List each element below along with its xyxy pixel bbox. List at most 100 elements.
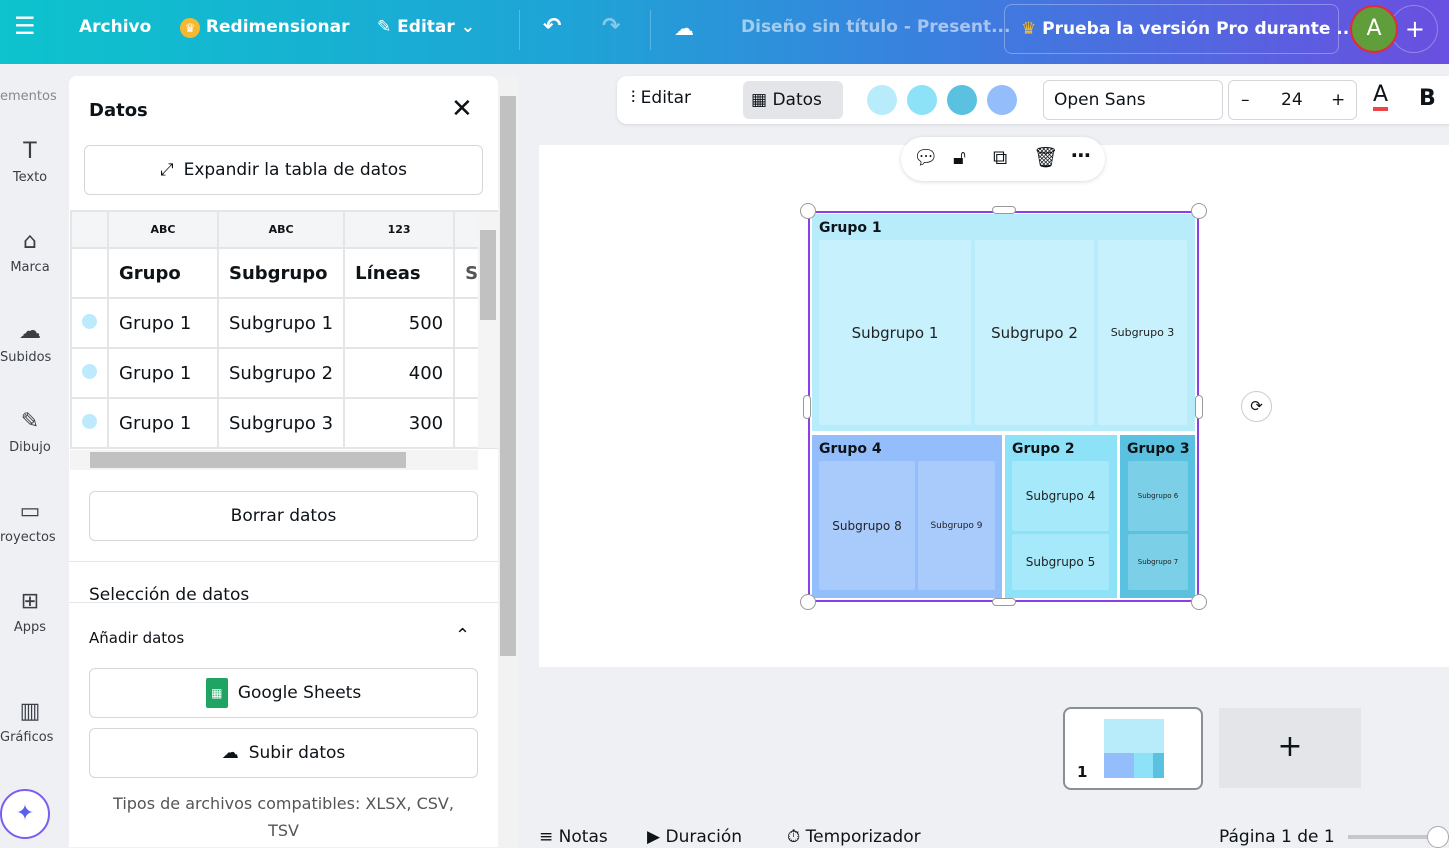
resize-handle[interactable] — [800, 203, 816, 219]
crown-icon: ♛ — [1021, 19, 1037, 39]
color-swatch[interactable] — [947, 85, 977, 115]
cell[interactable]: 400 — [343, 347, 456, 399]
decrease-size-button[interactable]: – — [1241, 90, 1250, 110]
resize-handle[interactable] — [992, 206, 1016, 214]
panel-scrollbar[interactable] — [498, 76, 518, 847]
design-title[interactable]: Diseño sin título - Present... — [741, 17, 1010, 37]
cell[interactable]: Grupo 1 — [107, 297, 219, 349]
avatar[interactable]: A — [1350, 5, 1398, 53]
header-cell[interactable]: Grupo — [107, 247, 219, 299]
timer-label: Temporizador — [805, 827, 921, 847]
close-icon[interactable]: ✕ — [451, 94, 473, 124]
comment-icon[interactable]: 💬︎ — [913, 145, 938, 169]
rail-item-text[interactable]: T Texto — [0, 139, 60, 185]
header-cell[interactable]: Líneas — [343, 247, 456, 299]
group-label: Grupo 2 — [1012, 441, 1075, 457]
rail-item-projects[interactable]: ▭ royectos — [0, 499, 60, 545]
cell[interactable]: Subgrupo 2 — [216, 347, 346, 399]
treemap-cell[interactable]: Subgrupo 7 — [1128, 534, 1188, 590]
resize-handle[interactable] — [803, 395, 811, 419]
cell[interactable]: 300 — [343, 397, 456, 449]
clear-data-button[interactable]: Borrar datos — [89, 491, 478, 541]
color-dot — [70, 347, 109, 399]
timer-button[interactable]: ⏱ Temporizador — [787, 827, 921, 847]
data-table: ABC ABC 123 A Grupo Subgrupo Líneas Seri… — [70, 210, 518, 449]
cell[interactable]: 500 — [343, 297, 456, 349]
treemap-cell[interactable]: Subgrupo 4 — [1012, 461, 1109, 531]
cell[interactable]: Subgrupo 1 — [216, 297, 346, 349]
magic-icon[interactable]: ✦ — [0, 789, 50, 839]
pro-trial-button[interactable]: ♛ Prueba la versión Pro durante ... — [1004, 4, 1356, 54]
rail-item-draw[interactable]: ✎ Dibujo — [0, 409, 60, 455]
treemap-group[interactable]: Grupo 4 Subgrupo 8 Subgrupo 9 — [812, 435, 1002, 598]
color-swatch[interactable] — [867, 85, 897, 115]
table-hscrollbar[interactable] — [70, 450, 478, 470]
divider — [69, 561, 498, 562]
divider — [650, 10, 651, 50]
undo-icon[interactable]: ↶ — [543, 14, 561, 39]
resize-handle[interactable] — [1191, 594, 1207, 610]
google-sheets-button[interactable]: ▦ Google Sheets — [89, 668, 478, 718]
upload-icon: ☁ — [19, 319, 41, 344]
bold-button[interactable]: B — [1419, 86, 1436, 111]
duration-button[interactable]: ▶ Duración — [647, 827, 742, 847]
duplicate-icon[interactable]: ⧉ — [993, 145, 1007, 169]
upload-data-button[interactable]: ☁ Subir datos — [89, 728, 478, 778]
table-vscrollbar[interactable] — [478, 212, 498, 448]
zoom-slider-thumb[interactable] — [1427, 826, 1449, 848]
edit-chart-button[interactable]: ⫶ Editar — [631, 88, 691, 108]
header-cell[interactable]: Subgrupo — [216, 247, 346, 299]
treemap-cell[interactable]: Subgrupo 9 — [918, 461, 995, 590]
treemap-cell[interactable]: Subgrupo 8 — [819, 461, 915, 590]
resize-handle[interactable] — [800, 594, 816, 610]
resize-handle[interactable] — [992, 598, 1016, 606]
rail-label: Subidos — [0, 350, 52, 365]
treemap-cell[interactable]: Subgrupo 3 — [1098, 240, 1187, 425]
treemap-cell[interactable]: Subgrupo 5 — [1012, 534, 1109, 590]
play-icon: ▶ — [647, 827, 661, 847]
cell[interactable]: Subgrupo 3 — [216, 397, 346, 449]
file-menu[interactable]: Archivo — [79, 17, 151, 37]
font-size-value[interactable]: 24 — [1281, 90, 1303, 110]
redo-icon[interactable]: ↷ — [602, 14, 620, 39]
treemap-cell[interactable]: Subgrupo 2 — [975, 240, 1094, 425]
more-icon[interactable]: ⋯ — [1071, 143, 1091, 167]
rail-item-elements[interactable]: ementos — [0, 89, 60, 104]
rail-item-uploads[interactable]: ☁ Subidos — [0, 319, 60, 365]
treemap-cell[interactable]: Subgrupo 6 — [1128, 461, 1188, 531]
hamburger-icon[interactable]: ☰ — [14, 12, 36, 40]
rail-item-apps[interactable]: ⊞ Apps — [0, 589, 60, 635]
resize-handle[interactable] — [1191, 203, 1207, 219]
treemap-group[interactable]: Grupo 2 Subgrupo 4 Subgrupo 5 — [1005, 435, 1117, 598]
treemap-group[interactable]: Grupo 3 Subgrupo 6 Subgrupo 7 — [1120, 435, 1195, 598]
trash-icon[interactable]: 🗑︎ — [1033, 145, 1058, 169]
edit-menu[interactable]: ✎ Editar ⌄ — [377, 17, 475, 37]
data-label: Datos — [772, 90, 822, 110]
text-color-icon[interactable]: A — [1373, 82, 1389, 111]
lock-icon[interactable]: 🔓︎ — [953, 145, 966, 169]
treemap-cell[interactable]: Subgrupo 1 — [819, 240, 971, 425]
zoom-slider[interactable] — [1348, 835, 1428, 839]
row-marker — [70, 247, 109, 299]
panel-title: Datos — [89, 100, 148, 121]
color-swatch[interactable] — [987, 85, 1017, 115]
notes-button[interactable]: ≡ Notas — [539, 827, 608, 847]
page-thumbnail[interactable]: 1 — [1063, 707, 1203, 790]
cell[interactable]: Grupo 1 — [107, 347, 219, 399]
chevron-up-icon[interactable]: ⌃ — [455, 625, 470, 646]
data-button[interactable]: ▦ Datos — [743, 81, 843, 119]
expand-table-button[interactable]: ⤢ Expandir la tabla de datos — [84, 145, 483, 195]
resize-button[interactable]: ♛ Redimensionar — [180, 17, 349, 38]
treemap-group[interactable]: Grupo 1 Subgrupo 1 Subgrupo 2 Subgrupo 3 — [812, 214, 1195, 431]
rail-item-charts[interactable]: ▥ Gráficos — [0, 699, 60, 745]
rotate-icon[interactable]: ⟳ — [1241, 391, 1272, 422]
add-page-button[interactable]: + — [1219, 708, 1361, 788]
rail-label: Gráficos — [0, 730, 54, 745]
color-swatch[interactable] — [907, 85, 937, 115]
rail-item-brand[interactable]: ⌂ Marca — [0, 229, 60, 275]
increase-size-button[interactable]: + — [1331, 90, 1345, 110]
cell[interactable]: Grupo 1 — [107, 397, 219, 449]
font-select[interactable]: Open Sans — [1043, 80, 1223, 120]
add-data-label[interactable]: Añadir datos — [89, 629, 184, 647]
resize-handle[interactable] — [1195, 395, 1203, 419]
